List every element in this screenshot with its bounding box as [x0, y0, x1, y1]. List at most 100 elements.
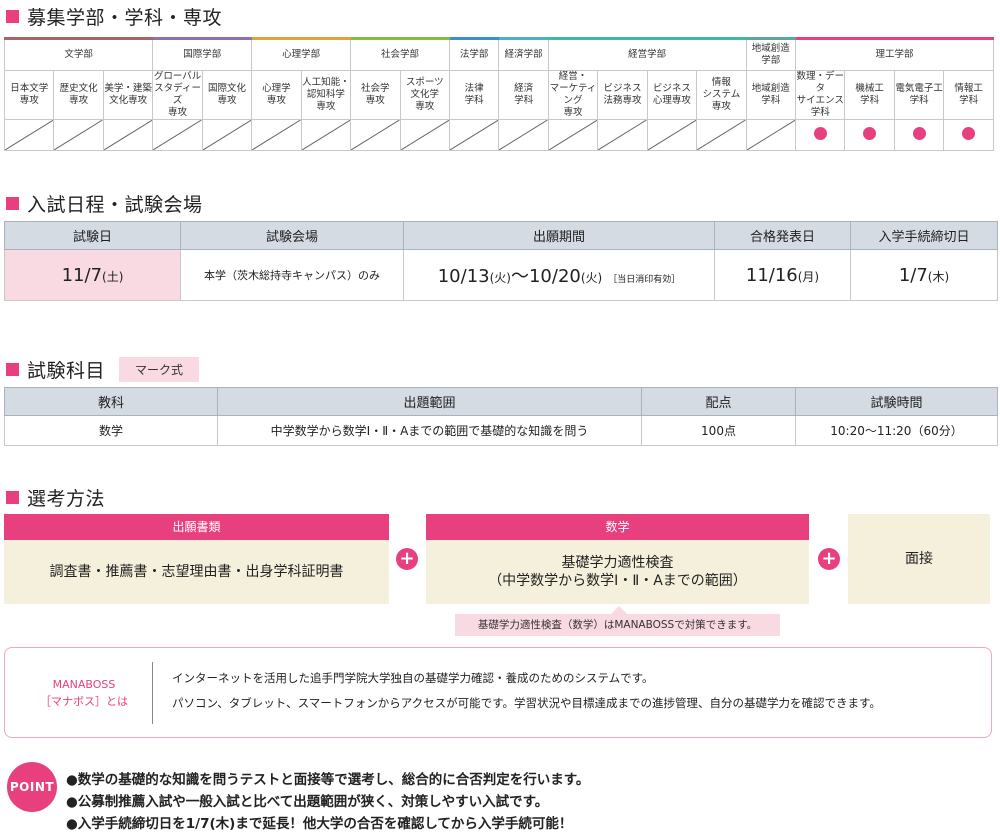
- not-applicable-slash-icon: [648, 120, 696, 150]
- major-label: 機械工 学科: [844, 70, 895, 120]
- major-label: 経営・ マーケティング 専攻: [547, 70, 599, 120]
- not-eligible-cell: [399, 119, 450, 151]
- not-eligible-cell: [498, 119, 549, 151]
- tip-pointer: [611, 606, 627, 614]
- section-selection-title: 選考方法: [6, 484, 105, 511]
- schedule-header-exam-date: 試験日: [4, 221, 181, 250]
- not-applicable-slash-icon: [697, 120, 745, 150]
- not-applicable-slash-icon: [351, 120, 399, 150]
- major-label: 国際文化 専攻: [201, 70, 253, 120]
- subject-header-time: 試験時間: [795, 387, 998, 416]
- time-cell: 10:20～11:20（60分）: [795, 415, 998, 446]
- not-eligible-cell: [3, 119, 55, 151]
- major-row: 日本文学 専攻 歴史文化 専攻 美学・建築 文化専攻 グローバル スタディーズ 専攻国…: [3, 70, 994, 120]
- math-box: 数学 基礎学力適性検査 （中学数学から数学Ⅰ・Ⅱ・Aまでの範囲）: [426, 514, 809, 604]
- plus-icon: +: [396, 548, 418, 570]
- major-label: グローバル スタディーズ 専攻: [152, 70, 203, 120]
- section-schedule-title: 入試日程・試験会場: [6, 190, 203, 217]
- not-eligible-cell: [696, 119, 747, 151]
- interview-box: 面接: [848, 514, 990, 604]
- divider: [152, 662, 153, 724]
- faculty-header: 心理学部: [251, 37, 352, 71]
- documents-box-header: 出願書類: [4, 514, 389, 540]
- subject-header-scope: 出題範囲: [217, 387, 642, 416]
- point-line-1: ●数学の基礎的な知識を問うテストと面接等で選考し、総合的に合否判定を行います。: [66, 772, 590, 788]
- schedule-header-deadline: 入学手続締切日: [850, 221, 998, 250]
- documents-box: 出願書類 調査書・推薦書・志望理由書・出身学科証明書: [4, 514, 389, 604]
- eligible-cell: [794, 119, 846, 151]
- departments-table: 文学部 国際学部 心理学部 社会学部 法学部 経済学部 経営学部 地域創造 学部 理工学部 日本…: [3, 37, 994, 151]
- subject-header-subject: 教科: [4, 387, 218, 416]
- faculty-header: 経営学部: [547, 37, 747, 71]
- eligibility-row: [3, 119, 994, 151]
- not-applicable-slash-icon: [499, 120, 547, 150]
- major-label: 経済 学科: [498, 70, 549, 120]
- subject-cell: 数学: [4, 415, 218, 446]
- major-label: ビジネス 法務専攻: [597, 70, 648, 120]
- documents-box-body: 調査書・推薦書・志望理由書・出身学科証明書: [49, 564, 344, 580]
- section-marker-icon: [6, 197, 19, 210]
- major-label: 日本文学 専攻: [3, 70, 55, 120]
- major-label: 人工知能・ 認知科学 専攻: [300, 70, 352, 120]
- manaboss-info-box: MANABOSS ［マナボス］とは インターネットを活用した追手門学院大学独自の…: [4, 647, 992, 738]
- faculty-header: 国際学部: [152, 37, 253, 71]
- manaboss-description-1: インターネットを活用した追手門学院大学独自の基礎学力確認・養成のためのシステムで…: [172, 671, 654, 685]
- eligible-dot-icon: [813, 126, 827, 140]
- not-eligible-cell: [547, 119, 599, 151]
- eligible-cell: [943, 119, 994, 151]
- manaboss-tip: 基礎学力適性検査（数学）はMANABOSSで対策できます。: [455, 614, 780, 636]
- not-eligible-cell: [646, 119, 698, 151]
- faculty-header: 法学部: [448, 37, 500, 71]
- subjects-table: 教科 出題範囲 配点 試験時間 数学 中学数学から数学Ⅰ・Ⅱ・Aまでの範囲で基礎…: [4, 387, 998, 446]
- not-applicable-slash-icon: [153, 120, 201, 150]
- not-applicable-slash-icon: [747, 120, 795, 150]
- section-marker-icon: [6, 363, 19, 376]
- eligible-dot-icon: [962, 126, 976, 140]
- major-label: 地域創造 学科: [745, 70, 797, 120]
- manaboss-description-2: パソコン、タブレット、スマートフォンからアクセスが可能です。学習状況や目標達成ま…: [172, 696, 881, 710]
- interview-box-body: 面接: [905, 551, 933, 567]
- section-marker-icon: [6, 10, 19, 23]
- not-eligible-cell: [201, 119, 253, 151]
- faculty-header: 文学部: [3, 37, 154, 71]
- not-applicable-slash-icon: [203, 120, 251, 150]
- major-label: 歴史文化 専攻: [53, 70, 104, 120]
- section-departments-title: 募集学部・学科・専攻: [6, 3, 222, 30]
- faculty-row: 文学部 国際学部 心理学部 社会学部 法学部 経済学部 経営学部 地域創造 学部 理工学部: [3, 37, 994, 71]
- not-applicable-slash-icon: [450, 120, 498, 150]
- eligible-dot-icon: [863, 126, 877, 140]
- result-date-cell: 11/16(月): [714, 249, 851, 301]
- major-label: 電気電子工 学科: [893, 70, 945, 120]
- faculty-header: 地域創造 学部: [745, 37, 797, 71]
- eligible-cell: [844, 119, 895, 151]
- application-period-cell: 10/13(火)～10/20(火) ［当日消印有効］: [403, 249, 715, 301]
- math-box-header: 数学: [426, 514, 809, 540]
- schedule-header-result-date: 合格発表日: [714, 221, 851, 250]
- not-applicable-slash-icon: [401, 120, 449, 150]
- eligible-dot-icon: [912, 126, 926, 140]
- not-eligible-cell: [448, 119, 500, 151]
- not-applicable-slash-icon: [598, 120, 646, 150]
- not-eligible-cell: [745, 119, 797, 151]
- point-line-3: ●入学手続締切日を1/7(木)まで延長！他大学の合否を確認してから入学手続可能！: [66, 816, 573, 832]
- not-eligible-cell: [53, 119, 104, 151]
- deadline-cell: 1/7(木): [850, 249, 998, 301]
- not-applicable-slash-icon: [252, 120, 300, 150]
- major-label: 情報工 学科: [943, 70, 994, 120]
- major-label: 法律 学科: [448, 70, 500, 120]
- not-applicable-slash-icon: [302, 120, 350, 150]
- eligible-cell: [893, 119, 945, 151]
- not-eligible-cell: [102, 119, 154, 151]
- not-eligible-cell: [251, 119, 302, 151]
- section-marker-icon: [6, 491, 19, 504]
- not-eligible-cell: [597, 119, 648, 151]
- exam-date-cell: 11/7(土): [4, 249, 181, 301]
- subject-header-points: 配点: [641, 387, 796, 416]
- point-badge: POINT: [7, 762, 57, 812]
- plus-icon: +: [818, 548, 840, 570]
- major-label: 美学・建築 文化専攻: [102, 70, 154, 120]
- major-label: ビジネス 心理専攻: [646, 70, 698, 120]
- not-applicable-slash-icon: [549, 120, 597, 150]
- section-subjects-title: 試験科目 マーク式: [6, 356, 200, 383]
- faculty-header: 経済学部: [498, 37, 549, 71]
